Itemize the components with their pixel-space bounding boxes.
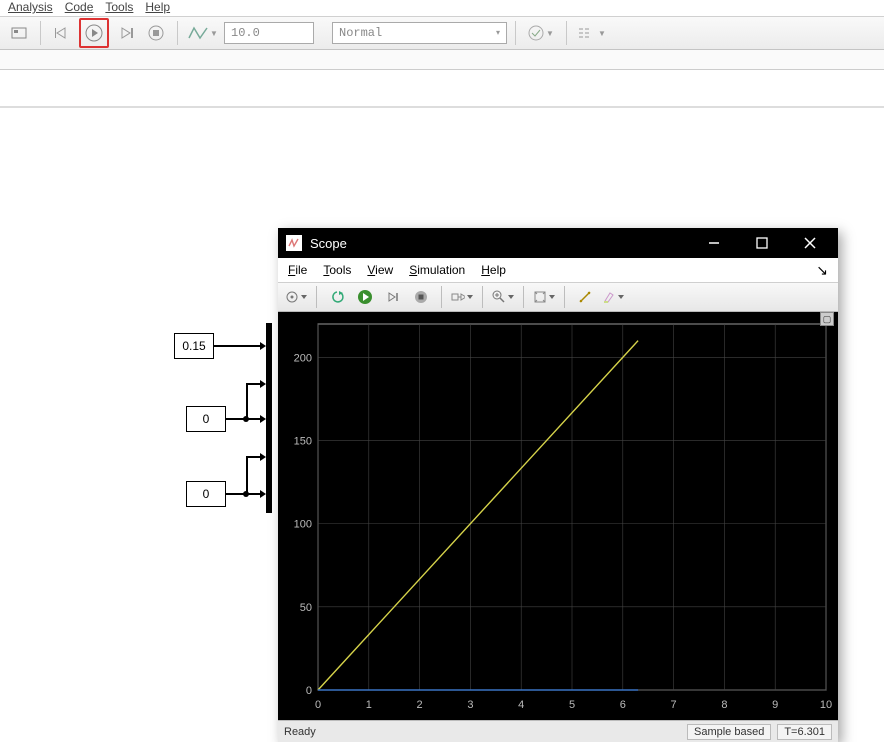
- arrowhead-icon: [260, 490, 266, 498]
- wire: [246, 456, 260, 458]
- mux-block[interactable]: [266, 323, 272, 513]
- scope-title: Scope: [310, 236, 347, 251]
- svg-text:50: 50: [300, 602, 312, 614]
- constant-block-2[interactable]: 0: [186, 406, 226, 432]
- svg-text:7: 7: [671, 699, 677, 711]
- svg-text:5: 5: [569, 699, 575, 711]
- svg-text:150: 150: [294, 435, 312, 447]
- timing-legend-icon[interactable]: ▼: [575, 20, 609, 46]
- svg-text:6: 6: [620, 699, 626, 711]
- wire: [246, 456, 248, 494]
- constant-block-1[interactable]: 0.15: [174, 333, 214, 359]
- scope-menu-overflow-icon[interactable]: ↘: [816, 262, 828, 279]
- sub-toolbar-strip: [0, 50, 884, 70]
- scope-statusbar: Ready Sample based T=6.301: [278, 720, 838, 742]
- model-canvas[interactable]: 0.15 0 0 Scope: [0, 108, 884, 738]
- arrowhead-icon: [260, 380, 266, 388]
- scope-zoom-icon[interactable]: [491, 286, 515, 308]
- constant-value: 0: [203, 412, 210, 426]
- svg-text:10: 10: [820, 699, 832, 711]
- scope-run-button[interactable]: [353, 286, 377, 308]
- menu-analysis[interactable]: Analysis: [8, 0, 53, 16]
- scope-menu-file[interactable]: File: [288, 263, 307, 277]
- constant-value: 0.15: [182, 339, 205, 353]
- stop-button[interactable]: [143, 20, 169, 46]
- signal-icon[interactable]: ▼: [186, 20, 220, 46]
- maximize-button[interactable]: [742, 228, 782, 258]
- step-back-icon[interactable]: [49, 20, 75, 46]
- scope-highlight-icon[interactable]: [601, 286, 625, 308]
- scope-stop-button[interactable]: [409, 286, 433, 308]
- scope-settings-icon[interactable]: [284, 286, 308, 308]
- scope-menu-view[interactable]: View: [367, 263, 393, 277]
- restore-layout-icon[interactable]: ▢: [820, 312, 834, 326]
- scope-toolbar: [278, 282, 838, 312]
- main-menubar: Analysis Code Tools Help: [0, 0, 884, 16]
- scope-triggers-icon[interactable]: [450, 286, 474, 308]
- library-browser-icon[interactable]: [6, 20, 32, 46]
- wire: [214, 345, 260, 347]
- scope-autoscale-icon[interactable]: [532, 286, 556, 308]
- svg-text:4: 4: [518, 699, 524, 711]
- svg-text:8: 8: [721, 699, 727, 711]
- run-button[interactable]: [79, 18, 109, 48]
- svg-text:0: 0: [306, 685, 312, 697]
- scope-measurements-icon[interactable]: [573, 286, 597, 308]
- svg-text:9: 9: [772, 699, 778, 711]
- wire: [246, 493, 260, 495]
- wire: [246, 418, 260, 420]
- scope-menu-simulation[interactable]: Simulation: [409, 263, 465, 277]
- main-toolbar: ▼ 10.0 Normal ▾ ▼ ▼: [0, 16, 884, 50]
- mode-select[interactable]: Normal ▾: [332, 22, 507, 44]
- scope-menubar: File Tools View Simulation Help ↘: [278, 258, 838, 282]
- svg-text:100: 100: [294, 519, 312, 531]
- scope-plot-area[interactable]: ▢ 012345678910050100150200: [278, 312, 838, 720]
- wire: [246, 383, 248, 419]
- check-icon[interactable]: ▼: [524, 20, 558, 46]
- wire: [246, 383, 260, 385]
- svg-text:0: 0: [315, 699, 321, 711]
- constant-value: 0: [203, 487, 210, 501]
- scope-step-forward-icon[interactable]: [381, 286, 405, 308]
- scope-app-icon: [286, 235, 302, 251]
- scope-menu-tools[interactable]: Tools: [323, 263, 351, 277]
- scope-restart-icon[interactable]: [325, 286, 349, 308]
- minimize-button[interactable]: [694, 228, 734, 258]
- svg-text:1: 1: [366, 699, 372, 711]
- arrowhead-icon: [260, 415, 266, 423]
- menu-code[interactable]: Code: [65, 0, 94, 16]
- scope-menu-help[interactable]: Help: [481, 263, 506, 277]
- scope-titlebar[interactable]: Scope: [278, 228, 838, 258]
- svg-text:2: 2: [417, 699, 423, 711]
- svg-text:200: 200: [294, 352, 312, 364]
- constant-block-3[interactable]: 0: [186, 481, 226, 507]
- menu-help[interactable]: Help: [145, 0, 170, 16]
- close-button[interactable]: [790, 228, 830, 258]
- svg-text:3: 3: [467, 699, 473, 711]
- stop-time-field[interactable]: 10.0: [224, 22, 314, 44]
- step-forward-icon[interactable]: [113, 20, 139, 46]
- arrowhead-icon: [260, 453, 266, 461]
- scope-window: Scope File Tools View Simulation Help ↘: [278, 228, 838, 742]
- menu-tools[interactable]: Tools: [105, 0, 133, 16]
- scope-chart: 012345678910050100150200: [282, 316, 834, 716]
- arrowhead-icon: [260, 342, 266, 350]
